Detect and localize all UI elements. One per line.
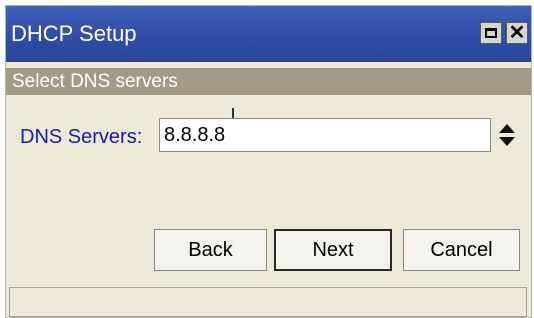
next-button[interactable]: Next bbox=[274, 229, 392, 271]
restore-button[interactable] bbox=[480, 22, 502, 44]
dns-servers-input[interactable] bbox=[159, 118, 491, 152]
dns-servers-label: DNS Servers: bbox=[20, 126, 143, 148]
section-header: Select DNS servers bbox=[6, 68, 531, 95]
title-bar[interactable]: DHCP Setup ✕ bbox=[6, 6, 531, 62]
section-title: Select DNS servers bbox=[12, 71, 178, 92]
close-icon: ✕ bbox=[508, 22, 526, 44]
up-down-arrows-icon bbox=[499, 124, 515, 146]
window-title: DHCP Setup bbox=[11, 21, 137, 46]
dns-spinner[interactable] bbox=[497, 122, 517, 148]
status-bar bbox=[9, 287, 527, 317]
back-button[interactable]: Back bbox=[154, 229, 267, 271]
dhcp-setup-dialog: DHCP Setup ✕ Select DNS servers DNS Serv… bbox=[5, 5, 532, 318]
close-button[interactable]: ✕ bbox=[506, 22, 528, 44]
cancel-button[interactable]: Cancel bbox=[403, 229, 520, 271]
text-cursor-marker bbox=[232, 108, 234, 118]
restore-icon bbox=[485, 28, 497, 38]
